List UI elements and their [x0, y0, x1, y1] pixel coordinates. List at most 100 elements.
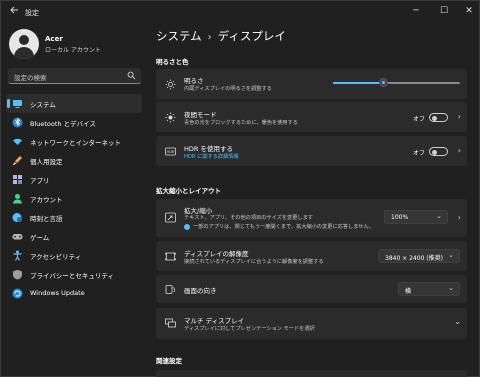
sidebar-item-label: Bluetooth とデバイス [30, 120, 96, 128]
search-placeholder: 設定の検索 [14, 74, 47, 82]
back-button[interactable] [7, 5, 21, 19]
hdr-title: HDR を使用する [184, 145, 233, 153]
hdr-icon: HDR [165, 147, 176, 156]
chevron-down-icon: ⌄ [454, 317, 461, 326]
wifi-icon [13, 138, 22, 145]
night-light-state: オフ [413, 116, 426, 123]
system-icon [13, 100, 22, 108]
sidebar-item-label: 個人用設定 [30, 158, 63, 166]
scale-dropdown[interactable]: 100% ⌄ [384, 210, 448, 224]
breadcrumb-separator: › [207, 32, 212, 43]
scale-icon [165, 212, 176, 223]
sidebar-item-network[interactable]: ネットワークとインターネット [6, 132, 142, 151]
user-account-type: ローカル アカウント [45, 47, 101, 54]
night-light-subtitle: 青色の光をブロックするために、暖色を使用する [184, 120, 298, 126]
globe-clock-icon [12, 213, 22, 222]
multi-display-icon [165, 318, 176, 328]
accessibility-icon [13, 250, 22, 261]
related-card-partial[interactable] [156, 370, 467, 377]
brightness-title: 明るさ [184, 77, 204, 85]
sidebar-item-apps[interactable]: アプリ [6, 170, 142, 189]
sidebar-item-label: ネットワークとインターネット [30, 139, 121, 147]
chevron-down-icon: ⌄ [436, 212, 442, 220]
sidebar-item-label: システム [30, 101, 56, 109]
hdr-card[interactable]: HDR HDR を使用する HDR に関する詳細情報 オフ › [156, 136, 467, 166]
sidebar-item-label: 時刻と言語 [30, 215, 63, 223]
brightness-subtitle: 内蔵ディスプレイの明るさを調整する [184, 86, 272, 92]
sidebar-nav: システム Bluetooth とデバイス ネットワークとインターネット 個人用設… [6, 94, 142, 303]
hdr-state: オフ [413, 150, 426, 157]
chevron-right-icon: › [457, 213, 461, 222]
sun-icon [165, 79, 176, 90]
toggle-knob [432, 115, 437, 121]
svg-text:HDR: HDR [167, 150, 175, 154]
resolution-card: ディスプレイの解像度 接続されているディスプレイに合うように解像度を調整する 3… [156, 241, 467, 271]
title-bar: 設定 ─ ☐ ✕ [1, 1, 480, 23]
orientation-dropdown-value: 横 [405, 288, 412, 295]
orientation-dropdown[interactable]: 横 ⌄ [398, 282, 460, 296]
sidebar-item-accounts[interactable]: アカウント [6, 189, 142, 208]
person-icon [13, 194, 22, 204]
brush-icon [13, 156, 22, 165]
night-light-toggle[interactable] [429, 113, 448, 122]
app-title: 設定 [25, 9, 39, 17]
multi-display-title: マルチ ディスプレイ [184, 317, 245, 325]
resolution-dropdown-value: 3840 × 2400 (推奨) [385, 255, 443, 262]
section-related: 関連設定 [156, 357, 182, 365]
scale-dropdown-value: 100% [391, 214, 409, 221]
scale-card[interactable]: 拡大/縮小 テキスト、アプリ、その他の項目のサイズを変更します 一部のアプリは、… [156, 199, 467, 237]
section-scale-layout: 拡大縮小とレイアウト [156, 187, 221, 195]
page-title: ディスプレイ [217, 29, 286, 43]
sidebar-item-label: アプリ [30, 177, 50, 185]
toggle-knob [432, 149, 437, 155]
search-icon [127, 71, 136, 80]
gamepad-icon [12, 234, 23, 240]
night-light-card[interactable]: 夜間モード 青色の光をブロックするために、暖色を使用する オフ › [156, 102, 467, 132]
sidebar-item-label: プライバシーとセキュリティ [30, 272, 114, 280]
maximize-button[interactable]: ☐ [433, 3, 455, 19]
avatar[interactable] [9, 29, 39, 59]
scale-subtitle: テキスト、アプリ、その他の項目のサイズを変更します [184, 215, 313, 221]
update-icon [12, 288, 23, 299]
sidebar-item-time-language[interactable]: 時刻と言語 [6, 208, 142, 227]
user-name: Acer [45, 35, 63, 43]
sidebar-item-privacy[interactable]: プライバシーとセキュリティ [6, 265, 142, 284]
avatar-head-icon [19, 35, 29, 45]
chevron-down-icon: ⌄ [448, 284, 454, 292]
scale-note: 一部のアプリは、閉じてもう一度開くまで、拡大縮小の変更に応答しません。 [193, 224, 374, 230]
brightness-slider[interactable] [333, 82, 460, 84]
sidebar-item-label: ゲーム [30, 234, 50, 242]
brightness-card: 明るさ 内蔵ディスプレイの明るさを調整する [156, 69, 467, 99]
section-brightness-color: 明るさと色 [156, 58, 189, 66]
sidebar-item-gaming[interactable]: ゲーム [6, 227, 142, 246]
hdr-toggle[interactable] [429, 147, 448, 156]
orientation-title: 画面の向き [184, 287, 217, 295]
breadcrumb: システム › ディスプレイ [156, 28, 286, 44]
bluetooth-icon [12, 117, 23, 128]
chevron-right-icon: › [457, 146, 461, 155]
chevron-right-icon: › [457, 112, 461, 121]
sidebar-item-personalization[interactable]: 個人用設定 [6, 151, 142, 170]
breadcrumb-parent[interactable]: システム [156, 29, 202, 43]
back-arrow-icon [10, 6, 18, 14]
sidebar-item-system[interactable]: システム [6, 94, 142, 113]
resolution-dropdown[interactable]: 3840 × 2400 (推奨) ⌄ [378, 249, 460, 263]
info-icon [184, 224, 190, 230]
close-button[interactable]: ✕ [458, 3, 480, 19]
sidebar-item-label: アクセシビリティ [30, 253, 82, 261]
sidebar-item-bluetooth[interactable]: Bluetooth とデバイス [6, 113, 142, 132]
brightness-slider-fill [333, 82, 384, 84]
shield-icon [13, 269, 22, 280]
search-input[interactable]: 設定の検索 [8, 68, 141, 84]
hdr-info-link[interactable]: HDR に関する詳細情報 [184, 153, 239, 160]
resolution-icon [165, 252, 176, 261]
sidebar-item-label: Windows Update [30, 289, 85, 297]
settings-window: 設定 ─ ☐ ✕ Acer ローカル アカウント 設定の検索 システム Blue… [0, 0, 480, 377]
multi-display-card[interactable]: マルチ ディスプレイ ディスプレイに対してプレゼンテーション モードを選択 ⌄ [156, 308, 467, 339]
resolution-title: ディスプレイの解像度 [184, 250, 249, 258]
sidebar-item-windows-update[interactable]: Windows Update [6, 284, 142, 303]
sidebar-item-label: アカウント [30, 196, 63, 204]
sidebar-item-accessibility[interactable]: アクセシビリティ [6, 246, 142, 265]
multi-display-subtitle: ディスプレイに対してプレゼンテーション モードを選択 [184, 326, 315, 332]
minimize-button[interactable]: ─ [405, 3, 427, 19]
